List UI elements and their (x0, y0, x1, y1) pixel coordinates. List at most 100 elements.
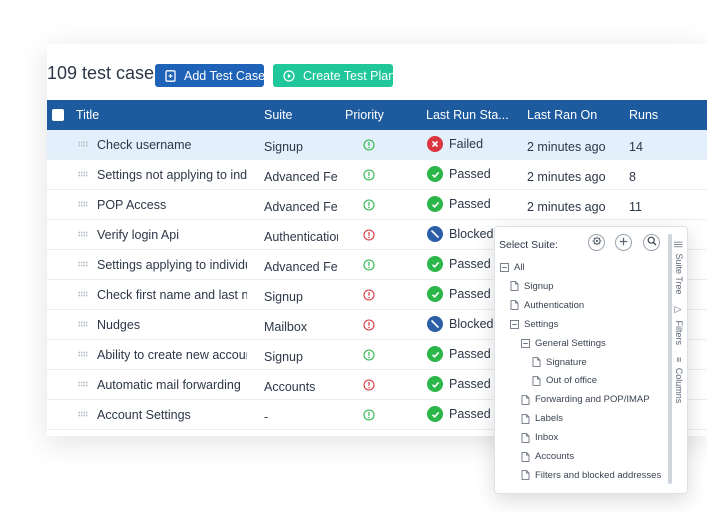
suite-tree-node[interactable]: Filters and blocked addresses (521, 470, 661, 481)
status-label: Passed (449, 197, 491, 211)
priority-icon (363, 409, 375, 424)
columns-icon: ≡ (674, 357, 684, 363)
drag-handle-icon[interactable] (78, 141, 88, 147)
suite-tree-node[interactable]: Settings (510, 319, 558, 330)
run-count: 14 (629, 140, 643, 154)
table-row[interactable]: Settings not applying to indi... Advanced… (47, 160, 707, 190)
select-all-checkbox[interactable] (52, 109, 64, 121)
last-ran-on: 2 minutes ago (527, 170, 606, 184)
column-runs[interactable]: Runs (629, 108, 658, 122)
test-case-suite: - (264, 410, 269, 424)
tab-suite-tree[interactable]: ||| Suite Tree (674, 241, 684, 295)
test-case-title[interactable]: POP Access (97, 198, 247, 212)
collapse-icon[interactable] (521, 338, 530, 348)
test-case-suite: Accounts (264, 380, 316, 394)
test-case-title[interactable]: Check username (97, 138, 247, 152)
last-run-status: Passed (427, 376, 491, 392)
drag-handle-icon[interactable] (78, 351, 88, 357)
tab-filters[interactable]: ▷ Filters (674, 305, 684, 345)
drag-handle-icon[interactable] (78, 261, 88, 267)
test-case-title[interactable]: Nudges (97, 318, 247, 332)
search-icon (647, 236, 657, 249)
create-test-plan-label: Create Test Plan (303, 68, 396, 83)
drag-handle-icon[interactable] (78, 381, 88, 387)
suite-tree-node[interactable]: Signature (532, 357, 587, 368)
suite-tree-node[interactable]: Forwarding and POP/IMAP (521, 394, 650, 405)
document-icon (521, 432, 530, 443)
status-label: Failed (449, 137, 484, 151)
table-header: Title Suite Priority Last Run Sta... Las… (47, 100, 707, 130)
create-test-plan-button[interactable]: Create Test Plan (273, 64, 396, 87)
check-icon (427, 286, 443, 302)
suite-tree-node[interactable]: Labels (521, 413, 563, 424)
collapse-icon[interactable] (510, 319, 519, 329)
suite-tree-label: Settings (524, 318, 559, 330)
test-case-suite: Signup (264, 350, 303, 364)
last-run-status: Blocked (427, 316, 493, 332)
settings-button[interactable] (588, 234, 605, 251)
last-run-status: Blocked (427, 226, 493, 242)
test-case-title[interactable]: Settings applying to individu... (97, 258, 247, 272)
last-run-status: Passed (427, 196, 491, 212)
test-case-title[interactable]: Ability to create new account (97, 348, 247, 362)
suite-tree-node[interactable]: Out of office (532, 375, 597, 386)
side-tabs: ||| Suite Tree ▷ Filters ≡ Columns (674, 241, 686, 411)
suite-tree-node[interactable]: General Settings (521, 338, 606, 349)
drag-handle-icon[interactable] (78, 231, 88, 237)
document-icon (521, 394, 530, 405)
suite-tree-node[interactable]: Signup (510, 281, 554, 292)
tab-suite-tree-label: Suite Tree (674, 253, 684, 295)
blocked-icon (427, 226, 443, 242)
document-icon (521, 470, 530, 481)
suite-tree-node[interactable]: Inbox (521, 432, 558, 443)
drag-handle-icon[interactable] (78, 411, 88, 417)
search-suite-button[interactable] (643, 234, 660, 251)
suite-tree-label: Out of office (546, 375, 598, 387)
scrollbar-thumb[interactable] (668, 234, 672, 484)
suite-tree-node[interactable]: All (500, 262, 525, 273)
suite-tree-label: Signature (546, 356, 587, 368)
suite-tree-node[interactable]: Accounts (521, 451, 574, 462)
test-case-title[interactable]: Account Settings (97, 408, 247, 422)
drag-handle-icon[interactable] (78, 321, 88, 327)
collapse-icon[interactable] (500, 263, 509, 272)
priority-icon (363, 349, 375, 364)
filter-icon: ▷ (674, 305, 684, 315)
tab-columns[interactable]: ≡ Columns (674, 357, 684, 403)
column-last-run-status[interactable]: Last Run Sta... (426, 108, 509, 122)
status-label: Passed (449, 347, 491, 361)
document-icon (521, 451, 530, 462)
priority-icon (363, 229, 375, 244)
test-case-suite: Advanced Feat (264, 200, 338, 214)
drag-handle-icon[interactable] (78, 291, 88, 297)
column-last-ran-on[interactable]: Last Ran On (527, 108, 597, 122)
priority-icon (363, 379, 375, 394)
status-label: Blocked (449, 317, 494, 331)
add-test-case-button[interactable]: Add Test Case (155, 64, 266, 87)
last-run-status: Passed (427, 286, 491, 302)
test-case-title[interactable]: Automatic mail forwarding (97, 378, 247, 392)
check-icon (427, 256, 443, 272)
suite-tree-node[interactable]: Authentication (510, 300, 584, 311)
priority-icon (363, 169, 375, 184)
priority-icon (363, 289, 375, 304)
add-suite-button[interactable] (615, 234, 632, 251)
drag-handle-icon[interactable] (78, 201, 88, 207)
document-icon (510, 281, 519, 292)
test-case-title[interactable]: Check first name and last na... (97, 288, 247, 302)
gear-icon (592, 236, 602, 249)
column-title[interactable]: Title (76, 108, 99, 122)
drag-handle-icon[interactable] (78, 171, 88, 177)
run-count: 11 (629, 200, 642, 214)
last-ran-on: 2 minutes ago (527, 140, 606, 154)
column-suite[interactable]: Suite (264, 108, 293, 122)
test-case-title[interactable]: Settings not applying to indi... (97, 168, 247, 182)
table-row[interactable]: Check username Signup Failed 2 minutes ago 1… (47, 130, 707, 160)
add-test-case-label: Add Test Case (184, 68, 266, 83)
x-icon (427, 136, 443, 152)
last-ran-on: 2 minutes ago (527, 200, 606, 214)
test-case-title[interactable]: Verify login Api (97, 228, 247, 242)
status-label: Passed (449, 257, 491, 271)
table-row[interactable]: POP Access Advanced Feat Passed 2 minutes a… (47, 190, 707, 220)
column-priority[interactable]: Priority (345, 108, 384, 122)
